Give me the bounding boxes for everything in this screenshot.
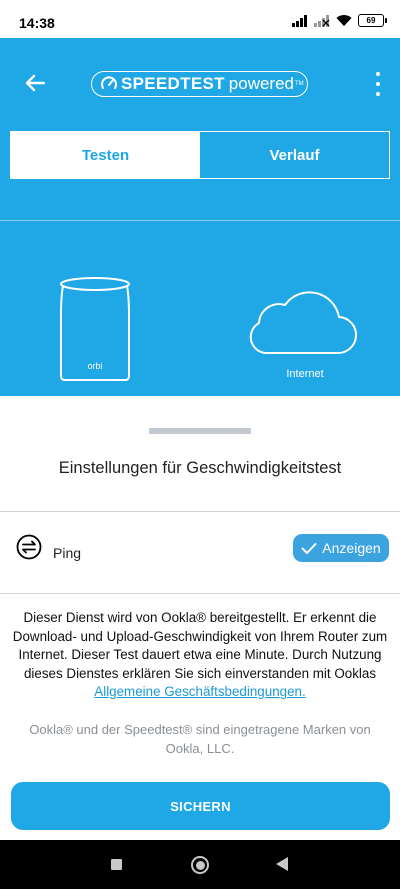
speedtest-gauge-icon [101, 76, 117, 89]
tab-verlauf[interactable]: Verlauf [200, 132, 389, 178]
header-divider [0, 220, 400, 221]
logo-powered: powered [228, 74, 294, 93]
info-text: Dieser Dienst wird von Ookla® bereitgest… [10, 609, 390, 702]
back-arrow-icon [25, 74, 45, 92]
trademark-notice: Ookla® und der Speedtest® sind eingetrag… [29, 722, 371, 756]
status-time: 14:38 [19, 15, 55, 31]
info-body: Dieser Dienst wird von Ookla® bereitgest… [12, 610, 388, 681]
home-icon[interactable] [191, 856, 209, 874]
sheet-drag-handle[interactable] [149, 428, 251, 434]
ping-label: Ping [53, 545, 82, 561]
cloud-icon [249, 291, 357, 355]
terms-link[interactable]: Allgemeine Geschäftsbedingungen. [94, 684, 305, 699]
router-label: orbi [87, 361, 102, 371]
check-icon [301, 542, 317, 554]
settings-title: Einstellungen für Geschwindigkeitstest [58, 459, 342, 477]
tab-bar: Testen Verlauf [10, 131, 390, 179]
save-button[interactable]: SICHERN [11, 782, 390, 830]
logo-brand: SPEEDTEST [121, 74, 225, 93]
wifi-icon [336, 15, 352, 26]
router-icon: orbi [60, 277, 130, 381]
ping-icon [16, 534, 42, 560]
ping-show-toggle[interactable]: Anzeigen [293, 534, 389, 562]
more-vert-icon[interactable] [370, 70, 386, 98]
signal-icon [292, 14, 307, 27]
app-header: SPEEDTEST powered TM Testen Verlauf orbi… [0, 38, 400, 396]
internet-label: Internet [286, 368, 324, 380]
back-button[interactable] [20, 68, 50, 98]
recents-icon[interactable] [111, 859, 122, 870]
divider [0, 511, 400, 512]
tab-testen[interactable]: Testen [11, 132, 200, 178]
divider [0, 593, 400, 594]
signal-off-icon [314, 14, 330, 27]
ping-show-toggle-label: Anzeigen [322, 540, 381, 556]
battery-icon: 69 [358, 14, 387, 27]
status-icons: 69 [292, 14, 387, 27]
logo-trademark: TM [295, 81, 304, 87]
system-nav-bar [0, 840, 400, 889]
speedtest-logo: SPEEDTEST powered TM [91, 71, 308, 97]
status-bar: 14:38 69 [0, 0, 400, 38]
system-back-icon[interactable] [276, 857, 288, 871]
